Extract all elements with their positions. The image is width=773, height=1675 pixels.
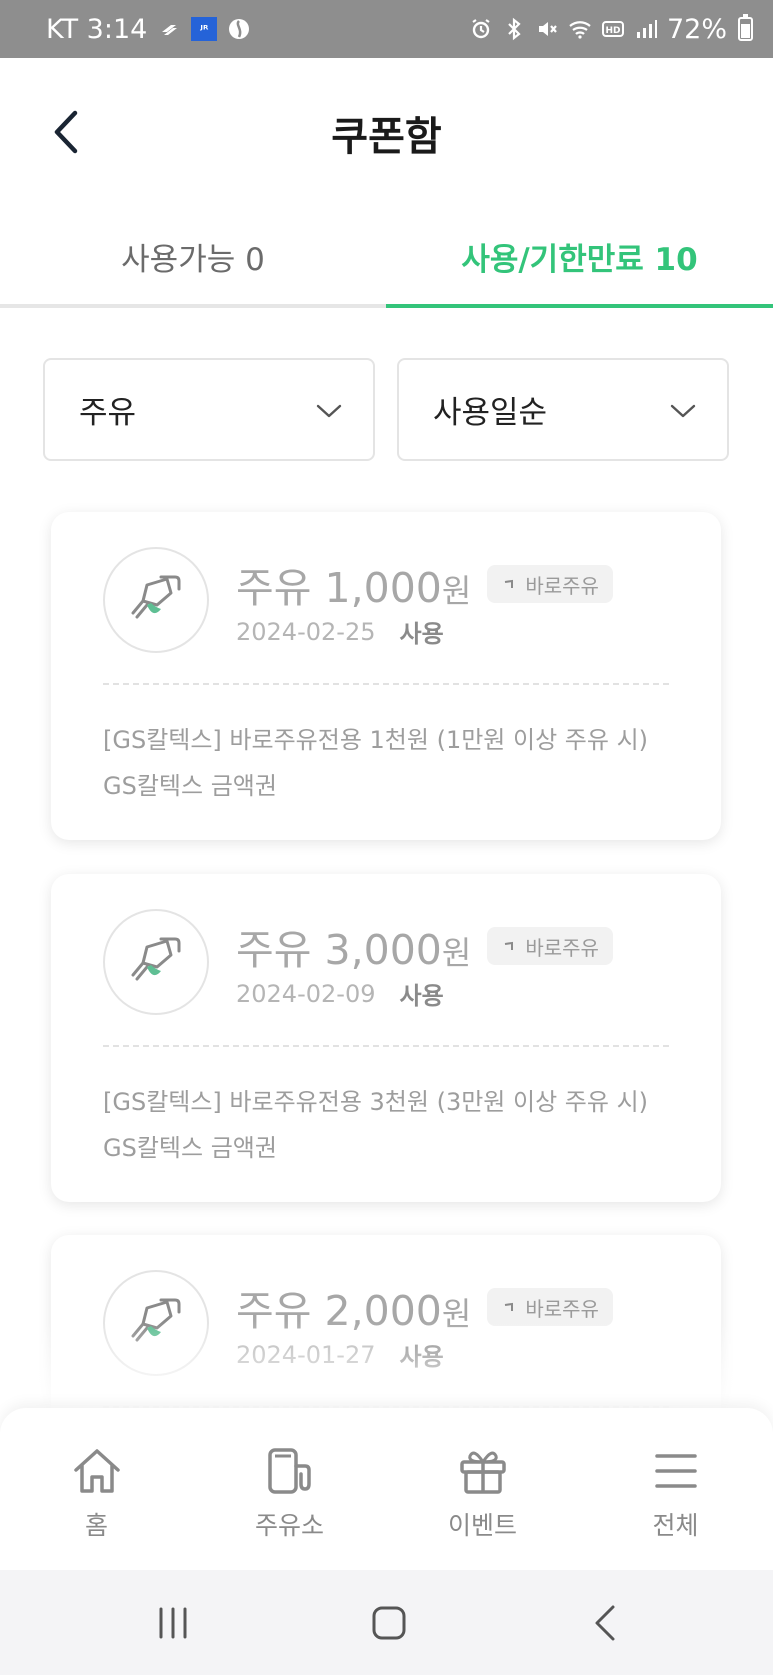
swirl-icon	[227, 17, 251, 41]
mute-icon	[535, 17, 559, 41]
divider	[103, 1045, 669, 1047]
home-square-icon	[372, 1606, 406, 1640]
bottom-nav: 홈 주유소 이벤트 전체	[0, 1408, 773, 1570]
system-nav-bar	[0, 1570, 773, 1675]
recent-apps-button[interactable]	[143, 1598, 203, 1648]
back-chevron-icon	[595, 1605, 615, 1641]
sort-dropdown[interactable]: 사용일순	[397, 358, 729, 461]
svg-text:HD: HD	[605, 26, 620, 36]
recent-apps-icon	[159, 1607, 187, 1639]
home-icon	[73, 1449, 120, 1493]
baro-logo-icon	[505, 1302, 514, 1311]
wifi-icon	[568, 17, 592, 41]
jr-app-icon: ᴶᴿ	[191, 17, 218, 41]
category-dropdown[interactable]: 주유	[43, 358, 375, 461]
chevron-down-icon	[670, 404, 696, 418]
signal-icon	[634, 17, 658, 41]
tab-used-expired[interactable]: 사용/기한만료 10	[386, 208, 773, 308]
divider	[103, 683, 669, 685]
gift-icon	[459, 1451, 506, 1494]
nav-all[interactable]: 전체	[579, 1408, 772, 1570]
scroll-fade	[0, 1320, 773, 1410]
baro-badge: 바로주유	[487, 927, 613, 965]
baro-logo-icon	[505, 579, 514, 588]
coupon-date: 2024-02-09	[236, 979, 376, 1008]
battery-icon	[738, 14, 753, 41]
baro-logo-icon	[505, 941, 514, 950]
coupon-card[interactable]: 주유 1,000원 바로주유 2024-02-25 사용 [GS칼텍스] 바로주…	[51, 512, 721, 840]
coupon-amount: 주유 3,000원	[236, 926, 472, 974]
tab-bar: 사용가능 0 사용/기한만료 10	[0, 208, 773, 308]
battery-percent: 72%	[666, 13, 727, 45]
sort-dropdown-value: 사용일순	[433, 395, 548, 431]
coupon-description: [GS칼텍스] 바로주유전용 3천원 (3만원 이상 주유 시) GS칼텍스 금…	[103, 1088, 649, 1162]
gas-station-icon	[267, 1448, 311, 1494]
nav-event[interactable]: 이벤트	[386, 1408, 579, 1570]
fuel-nozzle-icon	[103, 909, 209, 1015]
menu-icon	[654, 1454, 697, 1488]
alarm-icon	[469, 17, 493, 41]
tab-available[interactable]: 사용가능 0	[0, 208, 386, 308]
header: 쿠폰함	[0, 58, 773, 208]
coupon-date: 2024-02-25	[236, 617, 376, 646]
coupon-status: 사용	[399, 982, 444, 1010]
fuel-nozzle-icon	[103, 547, 209, 653]
coupon-description: [GS칼텍스] 바로주유전용 1천원 (1만원 이상 주유 시) GS칼텍스 금…	[103, 726, 649, 800]
baro-badge: 바로주유	[487, 565, 613, 603]
coupon-amount: 주유 1,000원	[236, 564, 472, 612]
page-title: 쿠폰함	[331, 114, 442, 160]
s-icon	[157, 17, 181, 41]
chevron-down-icon	[316, 404, 342, 418]
nav-home[interactable]: 홈	[0, 1408, 193, 1570]
system-back-button[interactable]	[577, 1598, 637, 1648]
coupon-card[interactable]: 주유 3,000원 바로주유 2024-02-09 사용 [GS칼텍스] 바로주…	[51, 874, 721, 1202]
category-dropdown-value: 주유	[79, 395, 137, 431]
carrier-time: KT 3:14	[46, 13, 148, 45]
nav-gas-station[interactable]: 주유소	[193, 1408, 386, 1570]
coupon-status: 사용	[399, 620, 444, 648]
hd-icon: HD	[601, 17, 625, 41]
home-button[interactable]	[359, 1598, 419, 1648]
status-bar: KT 3:14 ᴶᴿ HD 72%	[0, 0, 773, 58]
bluetooth-icon	[502, 17, 526, 41]
